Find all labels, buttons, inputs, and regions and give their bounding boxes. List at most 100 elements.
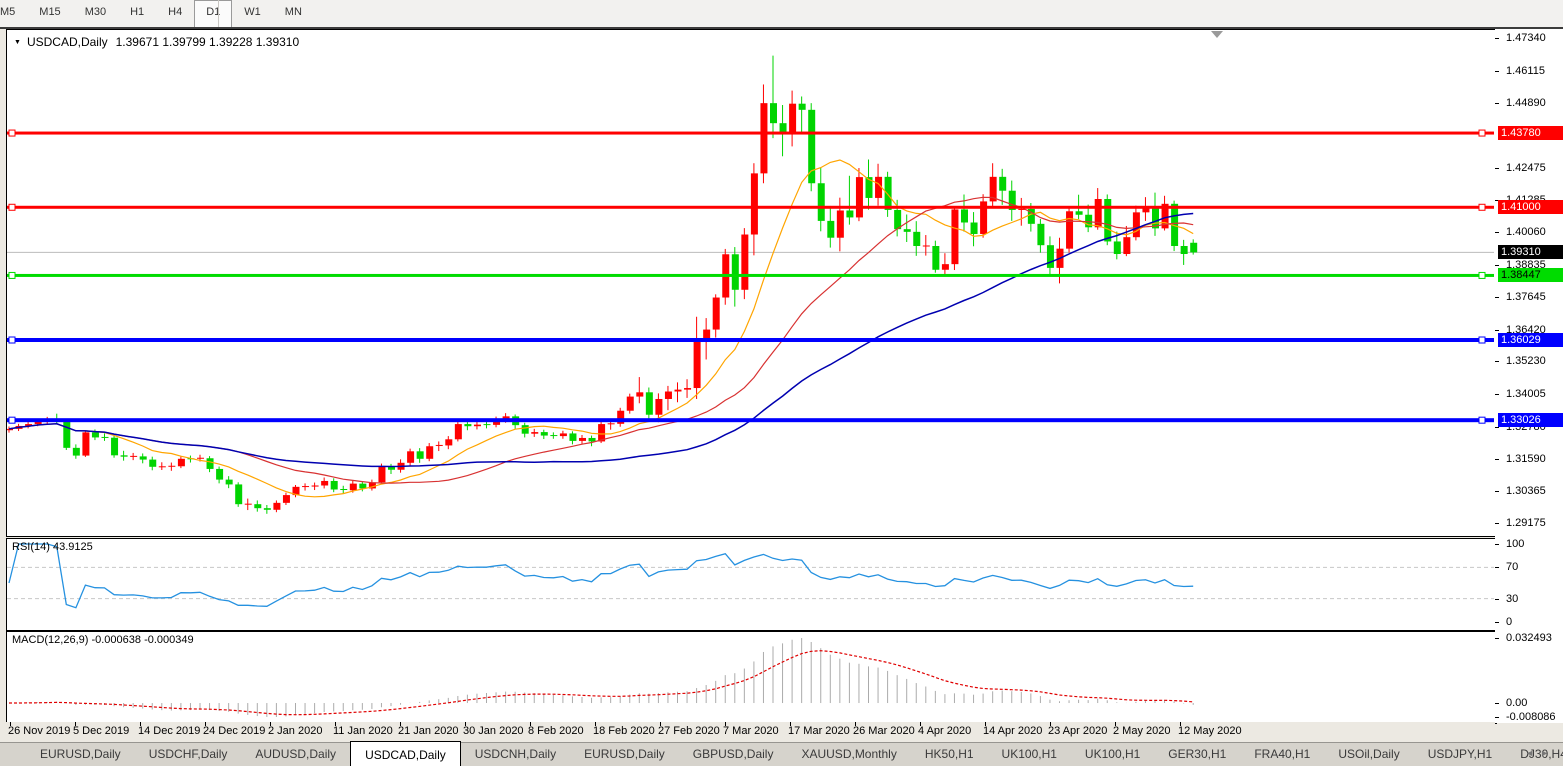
date-label: 7 Mar 2020 — [723, 725, 779, 737]
chart-tab-eurusd-daily[interactable]: EURUSD,Daily — [26, 743, 135, 766]
candle-body — [789, 104, 796, 135]
line-handle[interactable] — [1479, 272, 1485, 278]
axis-tick-dash — [1495, 232, 1499, 233]
candle-body — [1190, 243, 1197, 253]
chart-tab-gbpusd-daily[interactable]: GBPUSD,Daily — [679, 743, 788, 766]
price-axis[interactable]: 1.473401.461151.448901.424751.412851.400… — [1495, 29, 1563, 723]
axis-tick-dash — [1495, 297, 1499, 298]
chart-tab-usdchf-daily[interactable]: USDCHF,Daily — [135, 743, 242, 766]
horizontal-line-1.43780[interactable] — [7, 132, 1494, 135]
date-label: 23 Apr 2020 — [1048, 725, 1107, 737]
macd-pane[interactable] — [6, 631, 1497, 724]
candle-body — [694, 341, 701, 389]
main-chart-pane[interactable] — [6, 29, 1497, 537]
candle-body — [932, 246, 939, 270]
candle-body — [63, 421, 70, 447]
chart-dropdown-icon[interactable]: ▼ — [14, 39, 21, 46]
tab-scroll-right-icon[interactable]: ► — [1540, 748, 1555, 758]
candle-body — [1133, 212, 1140, 237]
price-tick-label: 1.35230 — [1506, 355, 1546, 367]
tab-scroll-left-icon[interactable]: ◄ — [1525, 748, 1540, 758]
chart-tab-uk100-h1[interactable]: UK100,H1 — [988, 743, 1071, 766]
line-handle[interactable] — [9, 272, 15, 278]
horizontal-line-1.36029[interactable] — [7, 338, 1494, 342]
horizontal-line-1.33026[interactable] — [7, 418, 1494, 422]
timeframe-button-h1[interactable]: H1 — [118, 0, 156, 27]
chart-tab-usdjpy-h1[interactable]: USDJPY,H1 — [1414, 743, 1506, 766]
chart-tab-usdcad-daily-active[interactable]: USDCAD,Daily — [350, 741, 461, 766]
line-handle[interactable] — [1479, 417, 1485, 423]
axis-tick-dash — [1495, 394, 1499, 395]
line-handle[interactable] — [9, 130, 15, 136]
candle-body — [455, 424, 462, 439]
chart-tab-usoil-daily[interactable]: USOil,Daily — [1324, 743, 1413, 766]
price-chart-canvas[interactable] — [7, 30, 1494, 534]
line-handle[interactable] — [1479, 130, 1485, 136]
horizontal-line-1.38447[interactable] — [7, 274, 1494, 277]
candle-body — [627, 397, 634, 411]
chart-tab-ger30-h1[interactable]: GER30,H1 — [1154, 743, 1240, 766]
candle-body — [732, 254, 739, 290]
date-label: 11 Jan 2020 — [333, 725, 393, 737]
timeframe-button-m15[interactable]: M15 — [27, 0, 72, 27]
timeframe-button-w1[interactable]: W1 — [232, 0, 273, 27]
date-label: 14 Dec 2019 — [138, 725, 200, 737]
rsi-canvas[interactable] — [7, 539, 1494, 628]
chart-tab-eurusd-daily[interactable]: EURUSD,Daily — [570, 743, 679, 766]
rsi-scale-label: 100 — [1506, 538, 1524, 550]
price-tick-label: 1.47340 — [1506, 32, 1546, 44]
timeframe-button-d1[interactable]: D1 — [194, 0, 232, 28]
candle-body — [140, 456, 147, 459]
axis-tick-dash — [1495, 361, 1499, 362]
candle-body — [808, 110, 815, 183]
candle-body — [942, 264, 949, 270]
current-price-label: 1.39310 — [1498, 245, 1563, 259]
timeframe-button-mn[interactable]: MN — [273, 0, 314, 27]
candle-body — [130, 456, 137, 457]
candle-body — [417, 451, 424, 458]
date-label: 26 Mar 2020 — [853, 725, 915, 737]
line-handle[interactable] — [9, 417, 15, 423]
date-label: 12 May 2020 — [1178, 725, 1242, 737]
date-label: 17 Mar 2020 — [788, 725, 850, 737]
line-handle[interactable] — [1479, 204, 1485, 210]
macd-canvas[interactable] — [7, 632, 1494, 721]
chart-tab-fra40-h1[interactable]: FRA40,H1 — [1240, 743, 1324, 766]
price-tick-label: 1.30365 — [1506, 485, 1546, 497]
line-handle[interactable] — [1479, 337, 1485, 343]
rsi-indicator-label: RSI(14) 43.9125 — [12, 541, 93, 553]
line-handle[interactable] — [9, 337, 15, 343]
horizontal-line-1.41000[interactable] — [7, 206, 1494, 209]
rsi-scale-label: 30 — [1506, 593, 1518, 605]
candle-body — [1123, 237, 1130, 254]
price-tick-label: 1.40060 — [1506, 226, 1546, 238]
date-label: 4 Apr 2020 — [918, 725, 971, 737]
candle-body — [121, 455, 128, 456]
candle-body — [579, 438, 586, 441]
mt4-window: M5M15M30H1H4D1W1MN ▼USDCAD,Daily1.39671 … — [0, 0, 1563, 766]
line-handle[interactable] — [9, 204, 15, 210]
macd-scale-label: 0.032493 — [1506, 632, 1552, 644]
timeframe-button-m30[interactable]: M30 — [73, 0, 118, 27]
candle-body — [760, 103, 767, 173]
timeframe-button-h4[interactable]: H4 — [156, 0, 194, 27]
axis-tick-dash — [1495, 103, 1499, 104]
chart-tab-uk100-h1[interactable]: UK100,H1 — [1071, 743, 1154, 766]
candle-body — [827, 221, 834, 238]
time-axis[interactable]: 26 Nov 20195 Dec 201914 Dec 201924 Dec 2… — [0, 722, 1495, 742]
chart-tab-audusd-daily[interactable]: AUDUSD,Daily — [241, 743, 350, 766]
chart-tab-xauusd-monthly[interactable]: XAUUSD,Monthly — [787, 743, 910, 766]
candle-body — [885, 177, 892, 210]
price-tick-label: 1.37645 — [1506, 291, 1546, 303]
chart-tab-usdcnh-daily[interactable]: USDCNH,Daily — [461, 743, 570, 766]
axis-tick-dash — [1495, 168, 1499, 169]
timeframe-button-m5[interactable]: M5 — [0, 0, 27, 27]
auto-scroll-marker-icon[interactable] — [1211, 31, 1223, 38]
date-label: 2 May 2020 — [1113, 725, 1170, 737]
axis-tick-dash — [1495, 622, 1499, 623]
candle-body — [302, 486, 309, 487]
axis-tick-dash — [1495, 717, 1499, 718]
candle-body — [159, 466, 166, 467]
rsi-pane[interactable] — [6, 538, 1497, 631]
chart-tab-hk50-h1[interactable]: HK50,H1 — [911, 743, 988, 766]
